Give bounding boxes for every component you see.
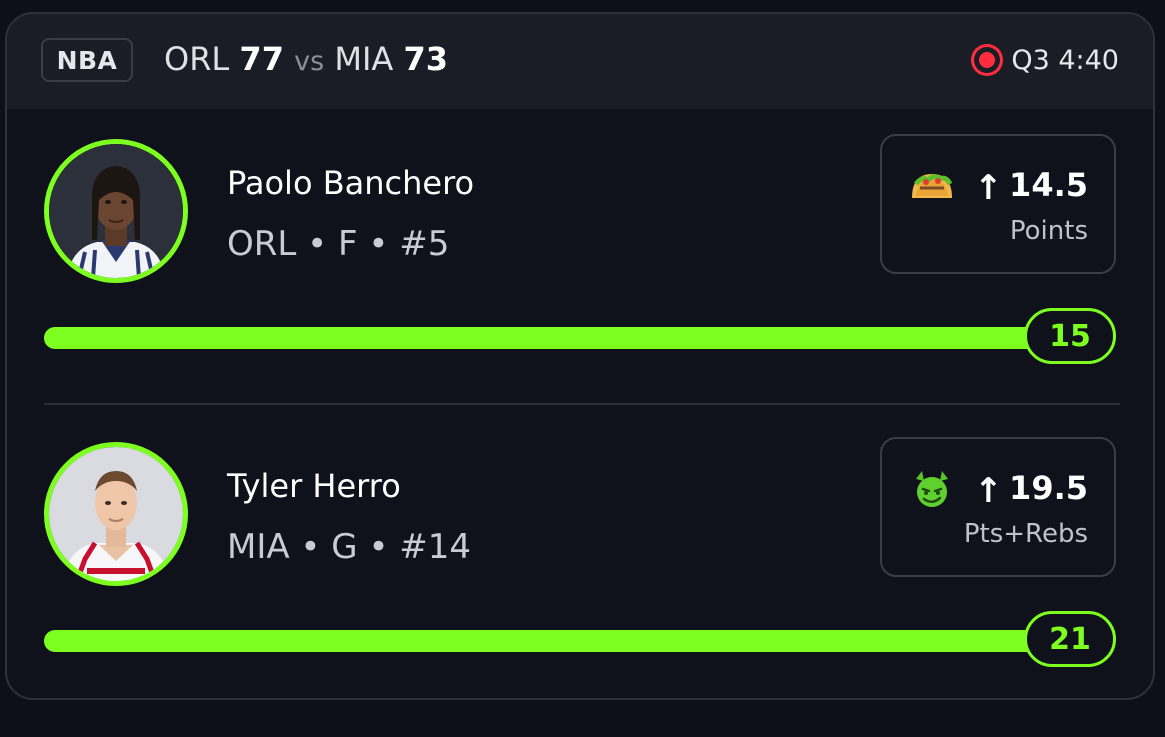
divider bbox=[44, 403, 1120, 405]
player-row[interactable]: Tyler Herro MIA • G • #14 ↑ 19.5 Pts+Reb… bbox=[7, 437, 1153, 698]
game-status: Q3 4:40 bbox=[971, 44, 1119, 76]
home-team: MIA bbox=[334, 40, 394, 78]
player-avatar bbox=[44, 139, 188, 283]
player-row[interactable]: Paolo Banchero ORL • F • #5 ↑ 14.5 Point… bbox=[7, 134, 1153, 404]
player-avatar bbox=[44, 442, 188, 586]
live-game-card[interactable]: NBA ORL 77 vs MIA 73 Q3 4:40 Paolo Banch… bbox=[5, 12, 1155, 700]
arrow-up-icon: ↑ bbox=[974, 471, 1003, 511]
green-devil-face-icon bbox=[916, 471, 948, 507]
pick-line-box[interactable]: ↑ 19.5 Pts+Rebs bbox=[880, 437, 1116, 577]
line-value: 19.5 bbox=[1009, 469, 1088, 507]
arrow-up-icon: ↑ bbox=[974, 168, 1003, 208]
player-meta: MIA • G • #14 bbox=[227, 527, 472, 567]
live-record-icon bbox=[971, 44, 1004, 76]
progress-fill bbox=[44, 630, 1084, 652]
away-score: 77 bbox=[239, 40, 284, 78]
current-stat-pill: 15 bbox=[1024, 308, 1116, 364]
game-clock: Q3 4:40 bbox=[1011, 44, 1119, 76]
progress-fill bbox=[44, 327, 1084, 349]
line-stat: Pts+Rebs bbox=[963, 519, 1088, 549]
progress-track bbox=[44, 630, 1084, 652]
game-header: NBA ORL 77 vs MIA 73 Q3 4:40 bbox=[7, 14, 1153, 109]
pick-line-box[interactable]: ↑ 14.5 Points bbox=[880, 134, 1116, 274]
current-stat-pill: 21 bbox=[1024, 611, 1116, 667]
vs-label: vs bbox=[294, 46, 325, 77]
player-meta: ORL • F • #5 bbox=[227, 224, 450, 264]
taco-icon bbox=[912, 174, 953, 198]
progress-track bbox=[44, 327, 1084, 349]
line-value: 14.5 bbox=[1009, 166, 1088, 204]
player-name: Tyler Herro bbox=[227, 467, 401, 505]
home-score: 73 bbox=[403, 40, 448, 78]
league-badge: NBA bbox=[41, 38, 133, 82]
game-score: ORL 77 vs MIA 73 bbox=[164, 40, 448, 78]
line-stat: Points bbox=[1009, 216, 1088, 246]
player-name: Paolo Banchero bbox=[227, 164, 475, 202]
away-team: ORL bbox=[164, 40, 230, 78]
